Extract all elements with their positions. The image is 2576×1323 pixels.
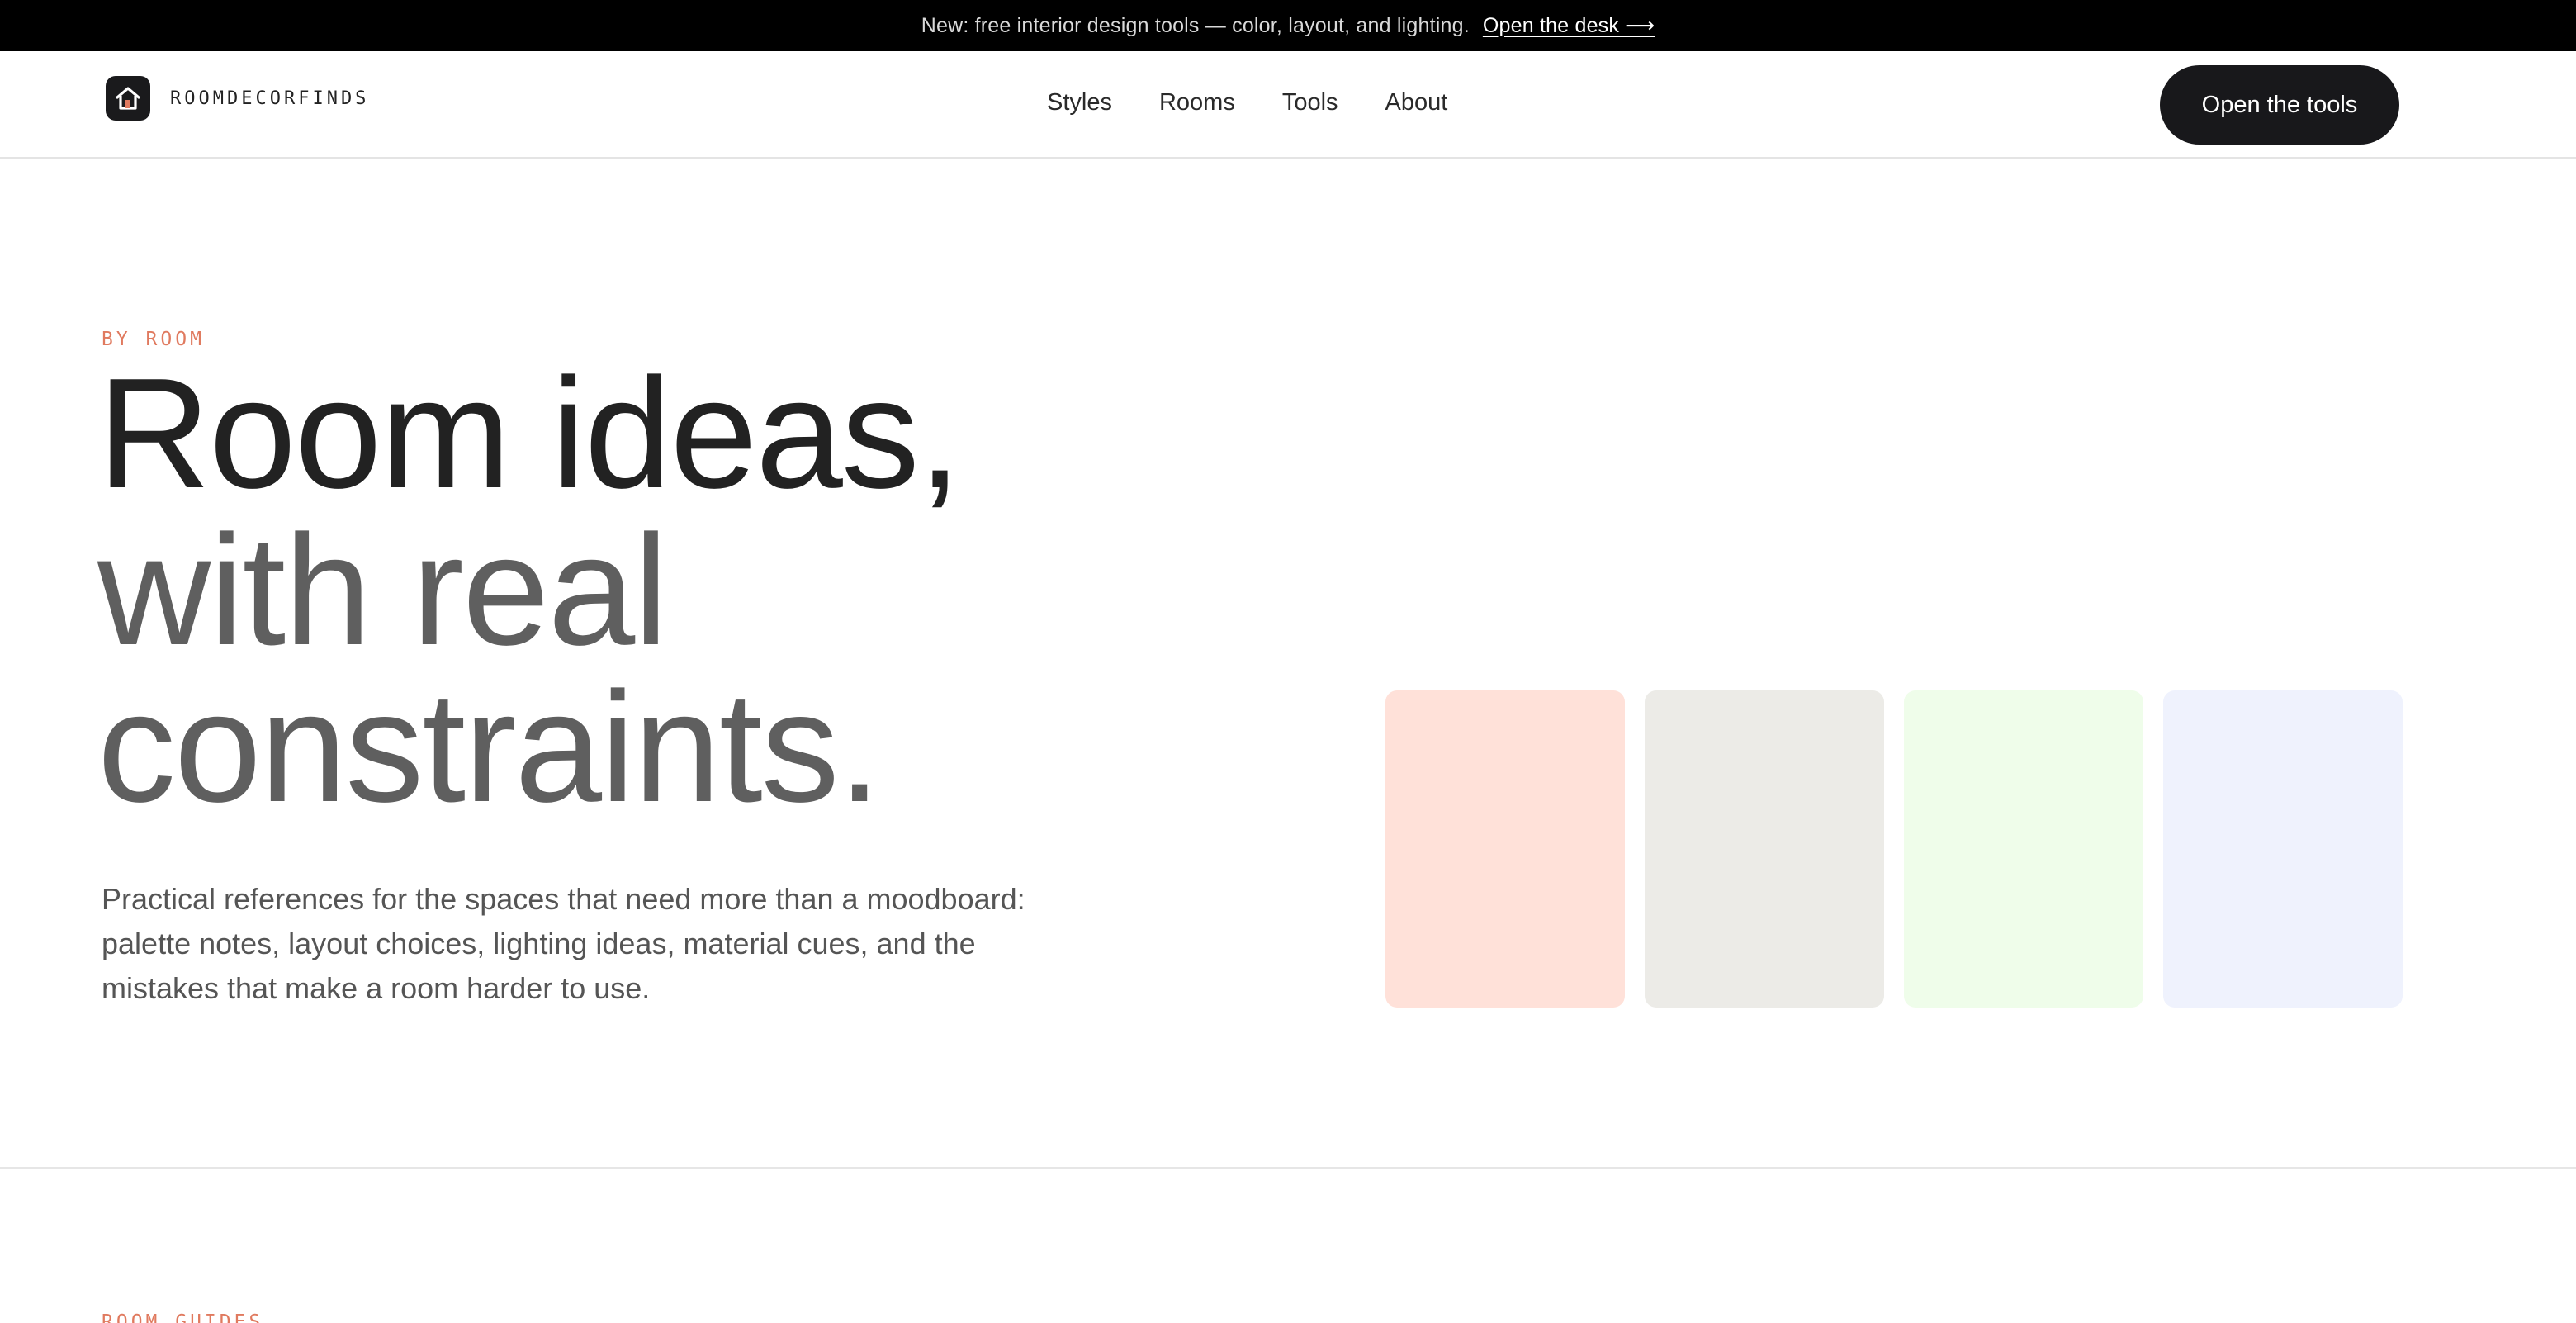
nav-tools[interactable]: Tools: [1282, 86, 1338, 119]
headline-line-2: with real: [97, 503, 669, 678]
brand-name: ROOMDECORFINDS: [170, 88, 370, 109]
swatch-peach: [1385, 690, 1625, 1008]
announcement-message: New: free interior design tools — color,…: [921, 13, 1470, 37]
open-the-desk-link[interactable]: Open the desk ⟶: [1483, 13, 1655, 38]
brand-logo-link[interactable]: ROOMDECORFINDS: [106, 76, 369, 121]
swatch-stone: [1645, 690, 1884, 1008]
nav-rooms[interactable]: Rooms: [1159, 86, 1235, 119]
main-nav: Styles Rooms Tools About: [1047, 86, 1494, 119]
section-divider: [0, 1167, 2576, 1169]
swatch-lavender: [2163, 690, 2403, 1008]
nav-styles[interactable]: Styles: [1047, 86, 1112, 119]
nav-about[interactable]: About: [1385, 86, 1448, 119]
headline-line-1: Room ideas,: [97, 346, 962, 521]
palette-swatches: [1385, 690, 2403, 1008]
site-header: ROOMDECORFINDS Styles Rooms Tools About …: [0, 51, 2576, 159]
hero-description: Practical references for the spaces that…: [102, 882, 1025, 1005]
announcement-bar: New: free interior design tools — color,…: [0, 0, 2576, 51]
open-the-tools-button[interactable]: Open the tools: [2160, 65, 2399, 145]
home-icon: [106, 76, 150, 121]
page-title: Room ideas, with real constraints.: [97, 355, 1171, 826]
swatch-mint: [1904, 690, 2143, 1008]
room-guides-eyebrow: ROOM GUIDES: [102, 1311, 264, 1323]
headline-line-3: constraints.: [97, 660, 882, 835]
